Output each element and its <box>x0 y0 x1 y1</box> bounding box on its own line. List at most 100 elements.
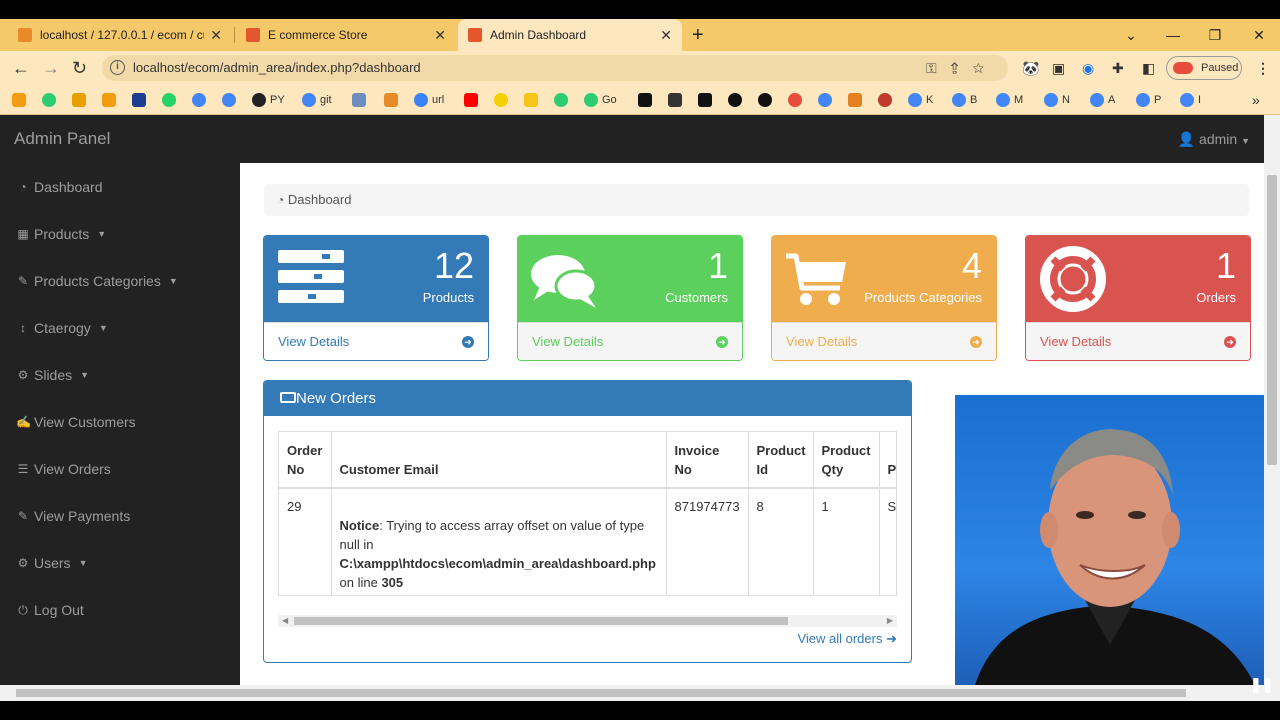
profile-button[interactable]: Paused <box>1166 56 1242 80</box>
user-dropdown[interactable]: 👤 admin ▼ <box>1178 115 1250 165</box>
minimize-icon[interactable]: — <box>1158 19 1188 51</box>
scrollbar-thumb[interactable] <box>294 617 788 625</box>
share-icon[interactable]: ⇪ <box>951 60 973 76</box>
scroll-left-icon[interactable]: ◀ <box>282 615 288 627</box>
main-content: ◔ Dashboard 12 Products View Details ➜ 1… <box>240 163 1264 685</box>
bookmark-item[interactable]: A <box>1090 92 1115 108</box>
brand-title[interactable]: Admin Panel <box>14 115 110 163</box>
bookmark-star-icon[interactable]: ☆ <box>973 60 998 76</box>
sidebar-item-dashboard[interactable]: ◔ Dashboard <box>16 179 102 195</box>
cell-customer-email: Notice: Trying to access array offset on… <box>331 488 667 595</box>
view-details-link[interactable]: View Details ➜ <box>264 322 488 360</box>
bookmark-item[interactable] <box>192 92 210 108</box>
bookmark-item[interactable]: N <box>1044 92 1070 108</box>
url-text: localhost/ecom/admin_area/index.php?dash… <box>133 60 421 75</box>
browser-toolbar: ← → ↻ i localhost/ecom/admin_area/index.… <box>0 51 1280 85</box>
sidebar-item-category[interactable]: ↕ Ctaerogy ▼ <box>16 320 108 336</box>
side-panel-icon[interactable]: ◧ <box>1142 51 1155 85</box>
extension-image-icon[interactable]: ▣ <box>1052 51 1065 85</box>
bookmark-item[interactable]: B <box>952 92 977 108</box>
table-icon: ▦ <box>17 227 29 241</box>
bookmark-item[interactable] <box>878 92 896 108</box>
bookmark-item[interactable] <box>668 92 686 108</box>
bookmark-item[interactable] <box>132 92 150 108</box>
maximize-icon[interactable]: ❐ <box>1200 19 1230 51</box>
scrollbar-thumb[interactable] <box>16 689 1186 697</box>
close-tab-icon[interactable]: ✕ <box>434 27 446 44</box>
bookmark-item[interactable]: P <box>1136 92 1161 108</box>
bookmark-item[interactable]: Go <box>584 92 617 108</box>
sidebar-item-products-categories[interactable]: ✎ Products Categories ▼ <box>16 273 178 289</box>
bookmark-item[interactable] <box>464 92 482 108</box>
sidebar-item-view-payments[interactable]: ✎ View Payments <box>16 508 130 524</box>
browser-tab-admin-dashboard[interactable]: Admin Dashboard ✕ <box>458 19 682 51</box>
sidebar-item-products[interactable]: ▦ Products ▼ <box>16 226 106 242</box>
new-tab-icon[interactable]: + <box>692 19 704 51</box>
bookmark-item[interactable]: M <box>996 92 1023 108</box>
sidebar-item-users[interactable]: ⚙ Users ▼ <box>16 555 88 571</box>
table-horizontal-scrollbar[interactable]: ◀ ▶ <box>278 615 897 627</box>
browser-tab-ecommerce[interactable]: E commerce Store ✕ <box>236 19 456 51</box>
cart-icon <box>786 253 846 305</box>
orders-table-wrapper[interactable]: Order No Customer Email Invoice No Produ… <box>278 431 897 596</box>
bookmark-item[interactable] <box>554 92 572 108</box>
forward-icon[interactable]: → <box>42 51 60 85</box>
bookmark-item[interactable] <box>12 92 30 108</box>
sidebar-item-logout[interactable]: ⏻ Log Out <box>16 602 84 618</box>
bookmark-item[interactable] <box>384 92 402 108</box>
key-icon[interactable]: ⚿ <box>926 60 951 76</box>
products-count: 12 <box>433 245 474 286</box>
view-details-link[interactable]: View Details ➜ <box>772 322 996 360</box>
back-icon[interactable]: ← <box>12 51 30 85</box>
tab-search-icon[interactable]: ⌄ <box>1116 19 1146 51</box>
close-tab-icon[interactable]: ✕ <box>210 27 222 44</box>
bookmark-item[interactable] <box>848 92 866 108</box>
breadcrumb-item: Dashboard <box>287 192 352 207</box>
page-vertical-scrollbar[interactable] <box>1264 115 1280 685</box>
life-ring-icon <box>1040 246 1106 312</box>
view-details-link[interactable]: View Details ➜ <box>518 322 742 360</box>
bookmark-item[interactable]: I <box>1180 92 1201 108</box>
bookmark-item[interactable] <box>698 92 716 108</box>
bookmark-item[interactable] <box>758 92 776 108</box>
bookmark-item[interactable]: PY <box>252 92 285 108</box>
bookmark-item[interactable] <box>788 92 806 108</box>
bookmark-item[interactable] <box>818 92 836 108</box>
bookmarks-overflow-icon[interactable]: » <box>1252 92 1260 108</box>
page-horizontal-scrollbar[interactable] <box>0 685 1280 701</box>
scroll-right-icon[interactable]: ▶ <box>887 615 893 627</box>
site-info-icon[interactable]: i <box>110 60 125 75</box>
bookmark-item[interactable]: K <box>908 92 933 108</box>
reload-icon[interactable]: ↻ <box>72 51 87 85</box>
user-icon: 👤 <box>1177 131 1196 147</box>
browser-tab-phpmyadmin[interactable]: localhost / 127.0.0.1 / ecom / cus ✕ <box>8 19 232 51</box>
bookmark-item[interactable] <box>352 92 370 108</box>
close-tab-icon[interactable]: ✕ <box>660 27 672 44</box>
bookmark-item[interactable] <box>524 92 542 108</box>
scrollbar-thumb[interactable] <box>1267 175 1277 465</box>
bookmark-item[interactable] <box>72 92 90 108</box>
extension-circle-icon[interactable]: ◉ <box>1082 51 1094 85</box>
bookmark-item[interactable] <box>494 92 512 108</box>
view-all-orders-link[interactable]: View all orders ➜ <box>797 631 897 647</box>
arrow-circle-right-icon: ➜ <box>886 631 897 646</box>
view-details-link[interactable]: View Details ➜ <box>1026 322 1250 360</box>
pause-icon[interactable]: ❚❚ <box>1250 676 1273 696</box>
extension-panda-icon[interactable]: 🐼 <box>1022 51 1039 85</box>
bookmark-item[interactable] <box>162 92 180 108</box>
address-bar[interactable]: i localhost/ecom/admin_area/index.php?da… <box>102 55 1008 81</box>
bookmark-item[interactable] <box>102 92 120 108</box>
close-window-icon[interactable]: ✕ <box>1244 19 1274 51</box>
bookmark-item[interactable]: url <box>414 92 444 108</box>
sidebar-item-view-customers[interactable]: ✍ View Customers <box>16 414 136 430</box>
gear-icon: ⚙ <box>17 368 29 382</box>
bookmark-item[interactable]: git <box>302 92 332 108</box>
bookmark-item[interactable] <box>638 92 656 108</box>
bookmark-item[interactable] <box>728 92 746 108</box>
sidebar-item-view-orders[interactable]: ☰ View Orders <box>16 461 111 477</box>
sidebar-item-slides[interactable]: ⚙ Slides ▼ <box>16 367 89 383</box>
extensions-puzzle-icon[interactable]: ✚ <box>1112 51 1124 85</box>
bookmark-item[interactable] <box>222 92 240 108</box>
menu-kebab-icon[interactable]: ⋮ <box>1256 51 1270 85</box>
bookmark-item[interactable] <box>42 92 60 108</box>
